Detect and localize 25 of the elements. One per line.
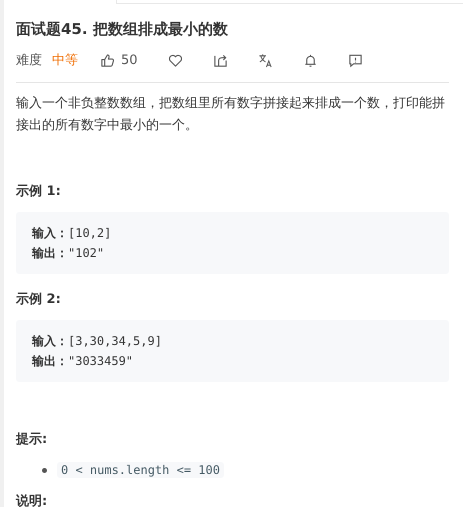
io-label: 输出： [32, 353, 68, 370]
hints-heading: 提示: [16, 431, 48, 448]
translate-icon[interactable] [258, 52, 273, 68]
problem-title: 面试题45. 把数组排成最小的数 [16, 20, 229, 39]
difficulty-label: 难度 [16, 52, 42, 69]
io-value: "102" [68, 245, 104, 262]
io-value: "3033459" [68, 353, 134, 370]
bullet-icon [42, 468, 47, 472]
share-icon[interactable] [212, 52, 228, 68]
io-value: [3,30,34,5,9] [68, 333, 162, 350]
notes-heading: 说明: [16, 493, 48, 507]
io-label: 输入： [32, 225, 68, 242]
problem-description: 输入一个非负整数数组，把数组里所有数字拼接起来排成一个数，打印能拼接出的所有数字中最小的一个。 [16, 95, 446, 135]
comment-icon[interactable] [348, 52, 363, 68]
example-heading: 示例 2: [16, 291, 62, 308]
thumbs-up-icon[interactable] [100, 52, 115, 68]
inline-code: 0 < nums.length <= 100 [57, 462, 224, 478]
example-heading: 示例 1: [16, 183, 62, 200]
like-count: 50 [121, 52, 138, 68]
bell-icon[interactable] [302, 52, 318, 68]
difficulty-value: 中等 [52, 52, 78, 69]
io-label: 输入： [32, 333, 68, 350]
io-value: [10,2] [68, 225, 112, 242]
heart-icon[interactable] [168, 52, 183, 68]
io-label: 输出： [32, 245, 68, 262]
